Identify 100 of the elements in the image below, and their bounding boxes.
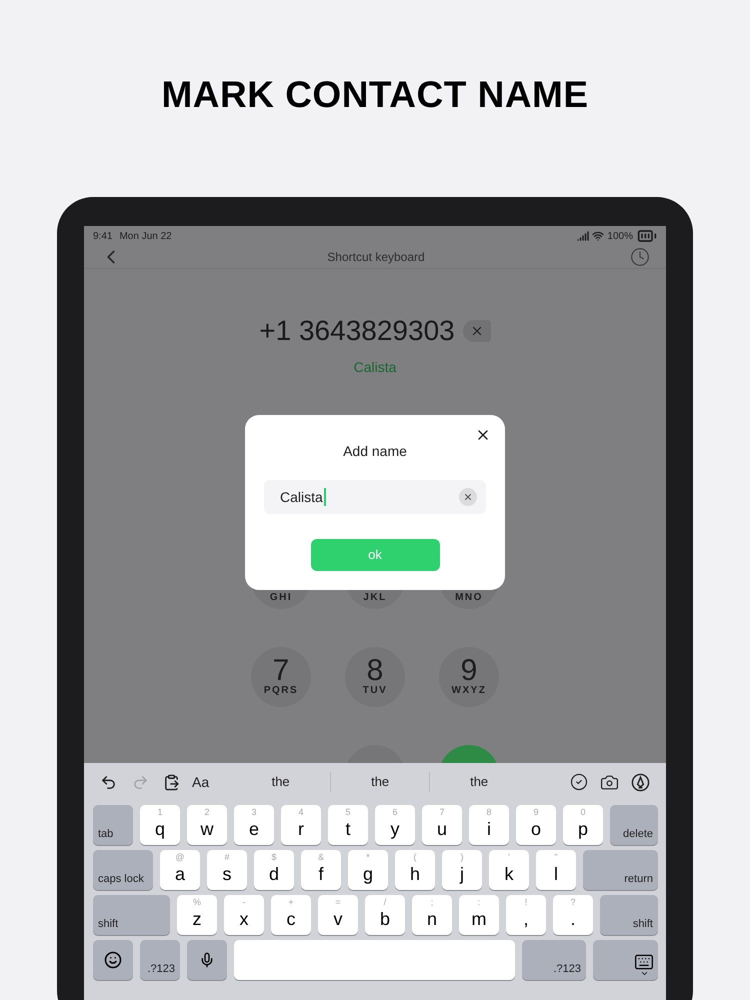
- page-title: MARK CONTACT NAME: [161, 74, 589, 117]
- key-letters: JKL: [363, 592, 387, 604]
- key[interactable]: ) j: [442, 850, 482, 890]
- key[interactable]: 1 q: [140, 805, 180, 845]
- key-hint: 4: [298, 806, 304, 818]
- wifi-icon: [592, 230, 604, 242]
- key-hint: +: [288, 896, 294, 908]
- key[interactable]: = v: [318, 895, 358, 935]
- key-hint: 0: [580, 806, 586, 818]
- key-hint: 5: [345, 806, 350, 818]
- key[interactable]: 9 o: [516, 805, 556, 845]
- paste-icon[interactable]: [163, 774, 180, 790]
- key[interactable]: ( h: [395, 850, 435, 890]
- camera-icon[interactable]: [600, 772, 619, 792]
- key-hint: #: [224, 851, 230, 863]
- key[interactable]: @ a: [160, 850, 200, 890]
- function-key[interactable]: delete: [610, 805, 658, 845]
- key[interactable]: " l: [536, 850, 576, 890]
- key[interactable]: $ d: [254, 850, 294, 890]
- suggestion[interactable]: the: [272, 772, 290, 792]
- key-hint: 7: [439, 806, 444, 818]
- format-button[interactable]: Aa: [192, 772, 210, 792]
- key[interactable]: 8 i: [469, 805, 509, 845]
- key[interactable]: 5 t: [328, 805, 368, 845]
- key[interactable]: / b: [365, 895, 405, 935]
- key[interactable]: ' k: [489, 850, 529, 890]
- signal-icon: [577, 230, 590, 242]
- key-hint: $: [271, 851, 276, 863]
- microphone-icon: [199, 952, 215, 968]
- key-letters: WXYZ: [452, 685, 486, 697]
- keypad-key[interactable]: 7 PQRS: [251, 647, 311, 707]
- suggestion[interactable]: the: [371, 772, 390, 792]
- key[interactable]: # s: [207, 850, 247, 890]
- status-time: 9:41: [93, 230, 112, 244]
- key[interactable]: - x: [224, 895, 264, 935]
- function-key[interactable]: .?123: [522, 940, 586, 980]
- function-key[interactable]: shift: [600, 895, 658, 935]
- dictation-key[interactable]: [187, 940, 227, 980]
- key-hint: 2: [204, 806, 210, 818]
- key-hint: /: [384, 896, 386, 908]
- key-letters: TUV: [362, 685, 388, 697]
- key-hint: ': [508, 851, 510, 863]
- function-key[interactable]: .?123: [140, 940, 180, 980]
- key[interactable]: 4 r: [281, 805, 321, 845]
- key-letters: MNO: [455, 592, 483, 604]
- key-hint: ): [460, 851, 464, 863]
- key-hint: ": [554, 851, 558, 863]
- delete-digit-button[interactable]: [462, 320, 491, 342]
- key-hint: !: [524, 896, 528, 908]
- key[interactable]: 6 y: [375, 805, 415, 845]
- phone-number: +1 3643829303: [259, 315, 455, 347]
- function-key[interactable]: tab: [93, 805, 133, 845]
- key[interactable]: 2 w: [187, 805, 227, 845]
- key-digit: 9: [460, 657, 478, 685]
- name-input-field[interactable]: Calista: [264, 480, 486, 514]
- key[interactable]: : m: [459, 895, 499, 935]
- hide-keyboard-key[interactable]: [593, 940, 658, 980]
- key-hint: ;: [430, 896, 434, 908]
- key-hint: 6: [392, 806, 398, 818]
- text-cursor: [324, 488, 326, 506]
- undo-icon[interactable]: [100, 774, 117, 790]
- key-hint: 3: [251, 806, 256, 818]
- key-hint: *: [366, 851, 370, 863]
- key[interactable]: 7 u: [422, 805, 462, 845]
- contact-name: Calista: [354, 358, 396, 377]
- status-date: Mon Jun 22: [119, 230, 172, 244]
- function-key[interactable]: caps lock: [93, 850, 153, 890]
- key[interactable]: & f: [301, 850, 341, 890]
- key-hint: 8: [486, 806, 492, 818]
- clock-icon[interactable]: [630, 247, 650, 267]
- key[interactable]: ; n: [412, 895, 452, 935]
- key-letters: GHI: [270, 592, 292, 604]
- key[interactable]: ? .: [553, 895, 593, 935]
- check-circle-icon[interactable]: [570, 773, 588, 791]
- nav-title: Shortcut keyboard: [327, 249, 425, 266]
- keypad-key[interactable]: 8 TUV: [345, 647, 405, 707]
- dialog-title: Add name: [343, 442, 407, 461]
- key-hint: @: [175, 851, 185, 863]
- key[interactable]: * g: [348, 850, 388, 890]
- key[interactable]: ! ,: [506, 895, 546, 935]
- function-key[interactable]: shift: [93, 895, 170, 935]
- key-hint: (: [414, 851, 416, 863]
- key-letters: PQRS: [264, 685, 298, 697]
- smiley-icon: [104, 951, 122, 969]
- key[interactable]: % z: [177, 895, 217, 935]
- suggestion[interactable]: the: [470, 772, 488, 792]
- pen-icon: [631, 772, 650, 792]
- key-digit: 8: [366, 657, 384, 685]
- key-digit: 7: [272, 657, 290, 685]
- key-hint: 1: [157, 806, 162, 818]
- key[interactable]: 3 e: [234, 805, 274, 845]
- function-key[interactable]: return: [583, 850, 658, 890]
- emoji-key[interactable]: [93, 940, 133, 980]
- key-hint: ?: [570, 896, 576, 908]
- battery-percent: 100%: [607, 230, 633, 244]
- key[interactable]: + c: [271, 895, 311, 935]
- clear-button[interactable]: [459, 488, 477, 506]
- key[interactable]: 0 p: [563, 805, 603, 845]
- keypad-key[interactable]: 9 WXYZ: [439, 647, 499, 707]
- keyboard-icon: [634, 952, 654, 978]
